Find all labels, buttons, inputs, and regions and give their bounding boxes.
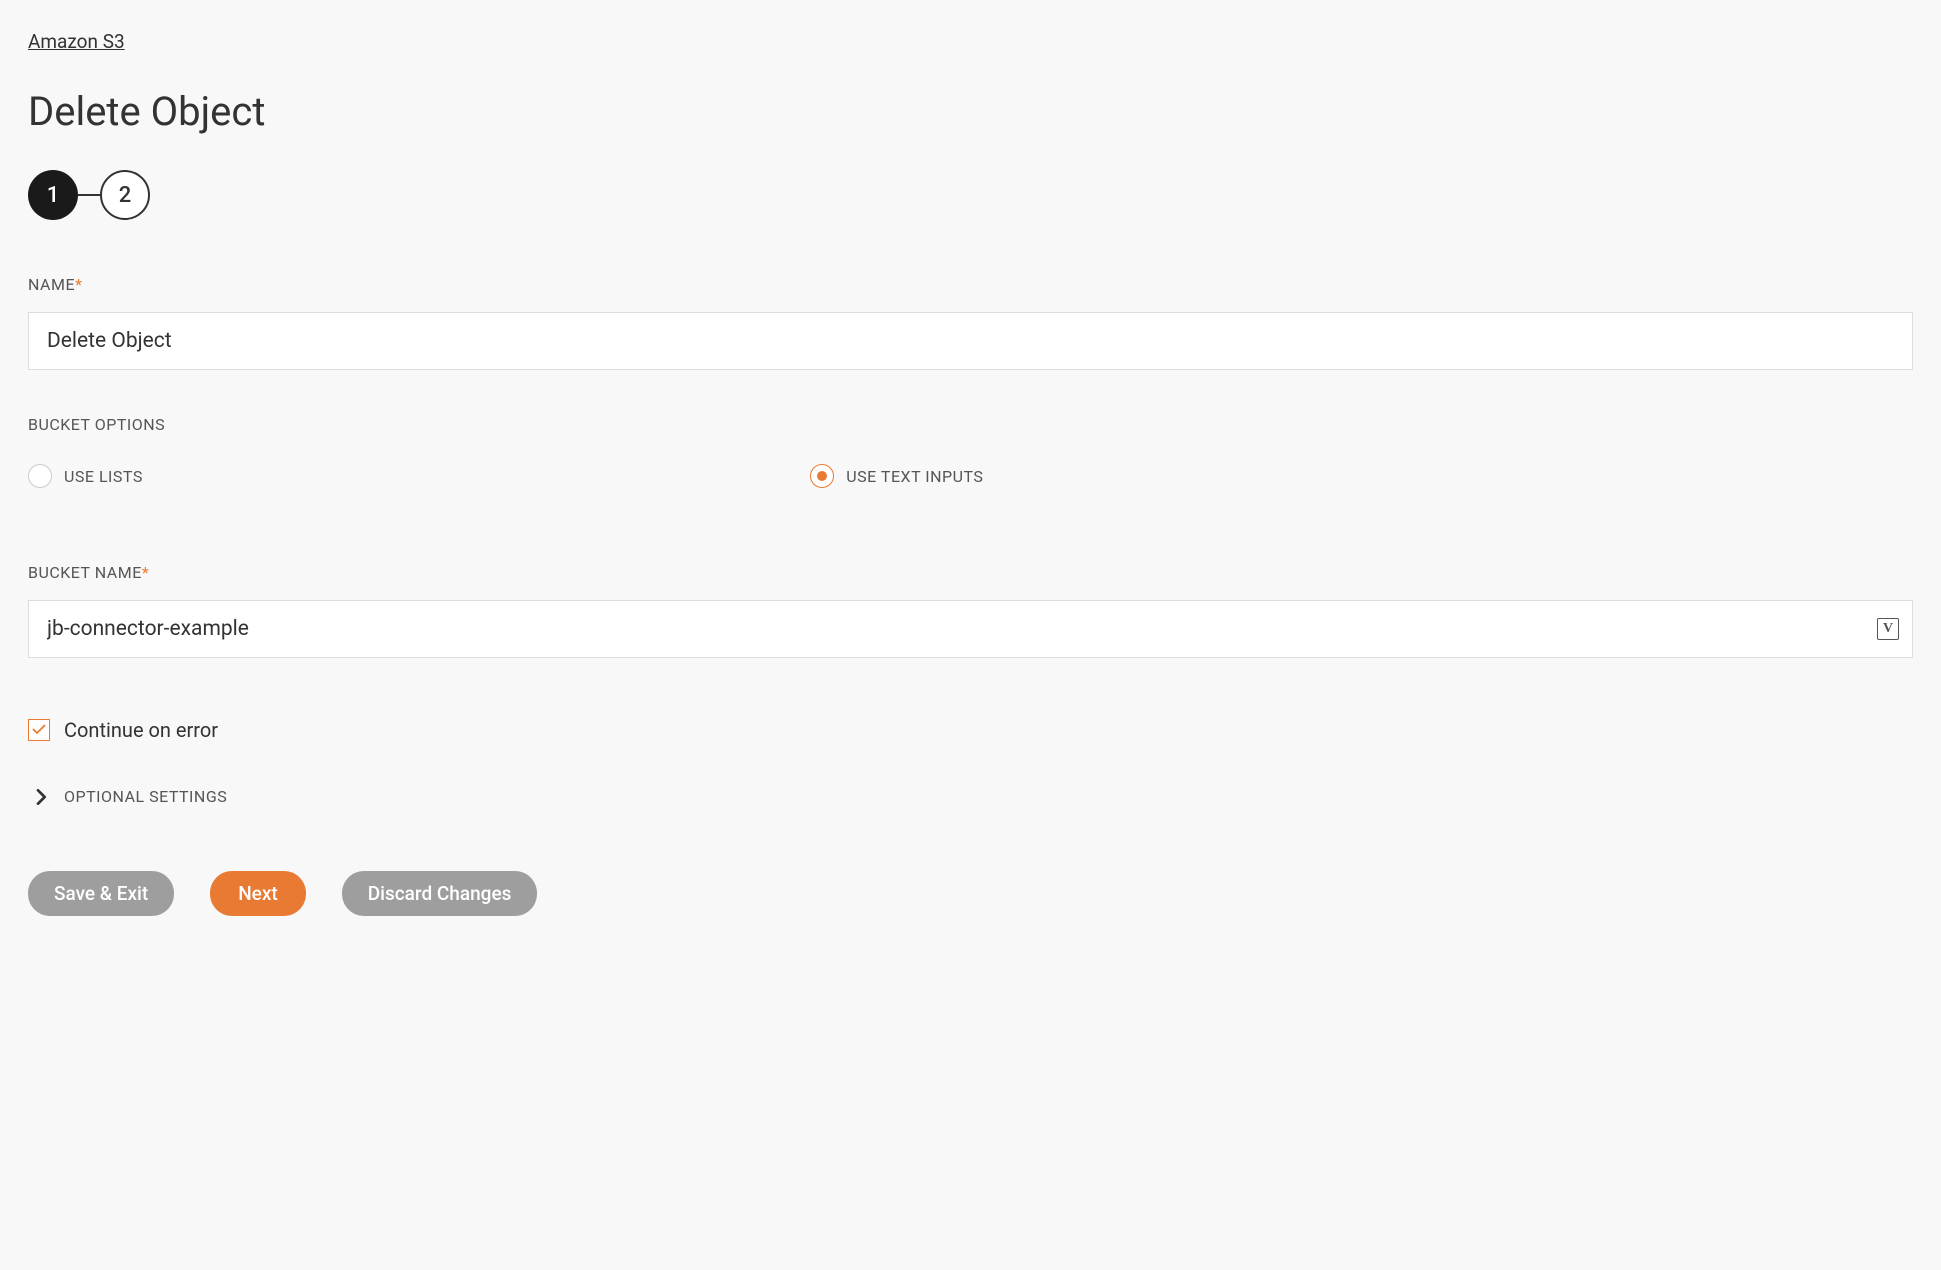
radio-use-text-inputs[interactable]: USE TEXT INPUTS: [810, 464, 983, 488]
bucket-name-label: BUCKET NAME*: [28, 563, 1913, 582]
chevron-right-icon: [36, 789, 48, 805]
radio-circle-icon: [28, 464, 52, 488]
name-label-text: NAME: [28, 275, 75, 294]
radio-use-lists[interactable]: USE LISTS: [28, 464, 810, 488]
page-title: Delete Object: [28, 88, 1913, 135]
radio-use-text-label: USE TEXT INPUTS: [846, 467, 983, 486]
discard-changes-button[interactable]: Discard Changes: [342, 871, 538, 916]
checkmark-icon: [32, 722, 46, 738]
bucket-options-radio-group: USE LISTS USE TEXT INPUTS: [28, 464, 1913, 488]
step-connector: [78, 194, 100, 196]
name-label: NAME*: [28, 275, 1913, 294]
continue-on-error-checkbox-row[interactable]: Continue on error: [28, 718, 1913, 742]
variable-icon[interactable]: V: [1877, 618, 1899, 640]
name-input[interactable]: [28, 312, 1913, 370]
bucket-name-label-text: BUCKET NAME: [28, 563, 142, 582]
step-2-circle[interactable]: 2: [100, 170, 150, 220]
bucket-options-label: BUCKET OPTIONS: [28, 415, 1913, 434]
radio-dot-icon: [817, 471, 827, 481]
step-1-circle[interactable]: 1: [28, 170, 78, 220]
continue-on-error-label: Continue on error: [64, 718, 218, 742]
wizard-stepper: 1 2: [28, 170, 1913, 220]
optional-settings-toggle[interactable]: OPTIONAL SETTINGS: [28, 787, 1913, 806]
breadcrumb-link[interactable]: Amazon S3: [28, 30, 125, 53]
save-exit-button[interactable]: Save & Exit: [28, 871, 174, 916]
action-button-row: Save & Exit Next Discard Changes: [28, 871, 1913, 916]
required-asterisk: *: [75, 275, 82, 294]
radio-circle-selected-icon: [810, 464, 834, 488]
radio-use-lists-label: USE LISTS: [64, 467, 143, 486]
required-asterisk: *: [142, 563, 149, 582]
bucket-name-input[interactable]: [28, 600, 1913, 658]
checkbox-icon: [28, 719, 50, 741]
next-button[interactable]: Next: [210, 871, 306, 916]
optional-settings-label: OPTIONAL SETTINGS: [64, 787, 227, 806]
